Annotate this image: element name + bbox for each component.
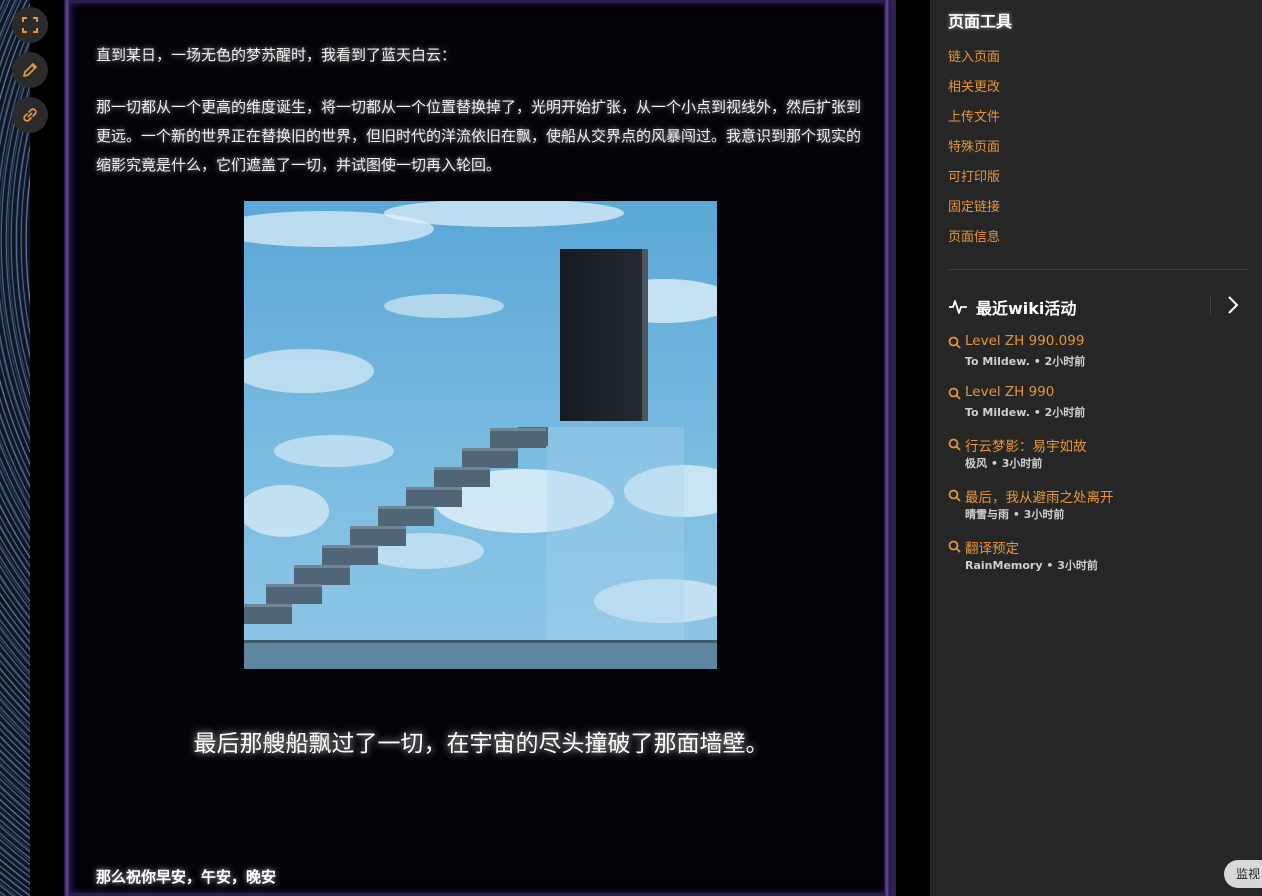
search-icon — [948, 489, 961, 502]
activity-item-link[interactable]: 最后，我从避雨之处离开 — [965, 486, 1114, 506]
page-tool-link-related-changes[interactable]: 相关更改 — [948, 76, 1000, 95]
article-closing: 那么祝你早安，午安，晚安 — [96, 868, 277, 886]
frame-border-right — [884, 0, 890, 896]
activity-item: 翻译预定 RainMemory • 3小时前 — [948, 537, 1248, 577]
star-trail-background — [0, 0, 30, 896]
fullscreen-icon — [22, 17, 38, 33]
header-separator — [1210, 296, 1211, 314]
edit-button[interactable] — [12, 52, 48, 88]
sidebar-divider — [948, 269, 1248, 270]
link-icon — [23, 108, 37, 122]
activity-item-link[interactable]: Level ZH 990.099 — [965, 333, 1084, 349]
page-tools-title: 页面工具 — [948, 12, 1013, 31]
right-sidebar: 页面工具 链入页面 相关更改 上传文件 特殊页面 可打印版 固定链接 页面信息 … — [930, 0, 1262, 896]
activity-item-meta: 晴雪与雨 • 3小时前 — [965, 508, 1065, 521]
link-button[interactable] — [12, 97, 48, 133]
page-tool-link-special-pages[interactable]: 特殊页面 — [948, 136, 1000, 155]
frame-border-left — [64, 0, 70, 896]
activity-item: Level ZH 990 To Mildew. • 2小时前 — [948, 384, 1248, 424]
recent-activity-header: 最近wiki活动 — [948, 294, 1248, 318]
activity-item: Level ZH 990.099 To Mildew. • 2小时前 — [948, 333, 1248, 373]
article-caption: 最后那艘船飘过了一切，在宇宙的尽头撞破了那面墙壁。 — [193, 731, 769, 757]
activity-item-link[interactable]: Level ZH 990 — [965, 384, 1054, 400]
search-icon — [948, 336, 961, 349]
page-tool-link-page-info[interactable]: 页面信息 — [948, 226, 1000, 245]
article-image — [244, 201, 717, 669]
page-tool-link-permalink[interactable]: 固定链接 — [948, 196, 1000, 215]
watch-button[interactable]: 监视 — [1224, 860, 1262, 888]
article-paragraph-1: 直到某日，一场无色的梦苏醒时，我看到了蓝天白云： — [96, 46, 457, 64]
fullscreen-button[interactable] — [12, 7, 48, 43]
activity-item-meta: 极风 • 3小时前 — [965, 457, 1043, 470]
activity-item: 最后，我从避雨之处离开 晴雪与雨 • 3小时前 — [948, 486, 1248, 526]
search-icon — [948, 387, 961, 400]
search-icon — [948, 438, 961, 451]
activity-item-link[interactable]: 翻译预定 — [965, 537, 1019, 557]
activity-item-meta: To Mildew. • 2小时前 — [965, 406, 1086, 419]
activity-item: 行云梦影：易宇如故 极风 • 3小时前 — [948, 435, 1248, 475]
page: 直到某日，一场无色的梦苏醒时，我看到了蓝天白云： 那一切都从一个更高的维度诞生，… — [0, 0, 1262, 896]
page-tool-link-printable[interactable]: 可打印版 — [948, 166, 1000, 185]
activity-item-meta: RainMemory • 3小时前 — [965, 559, 1098, 572]
staircase-sky-illustration — [244, 201, 717, 669]
activity-pulse-icon — [949, 300, 967, 314]
activity-item-link[interactable]: 行云梦影：易宇如故 — [965, 435, 1087, 455]
article-paragraph-2: 那一切都从一个更高的维度诞生，将一切都从一个位置替换掉了，光明开始扩张，从一个小… — [96, 98, 862, 174]
page-tool-link-whatlinkshere[interactable]: 链入页面 — [948, 46, 1000, 65]
chevron-right-icon[interactable] — [1222, 294, 1244, 316]
recent-activity-title: 最近wiki活动 — [976, 299, 1077, 318]
search-icon — [948, 540, 961, 553]
activity-item-meta: To Mildew. • 2小时前 — [965, 355, 1086, 368]
page-tool-link-upload-file[interactable]: 上传文件 — [948, 106, 1000, 125]
pencil-icon — [23, 63, 37, 77]
